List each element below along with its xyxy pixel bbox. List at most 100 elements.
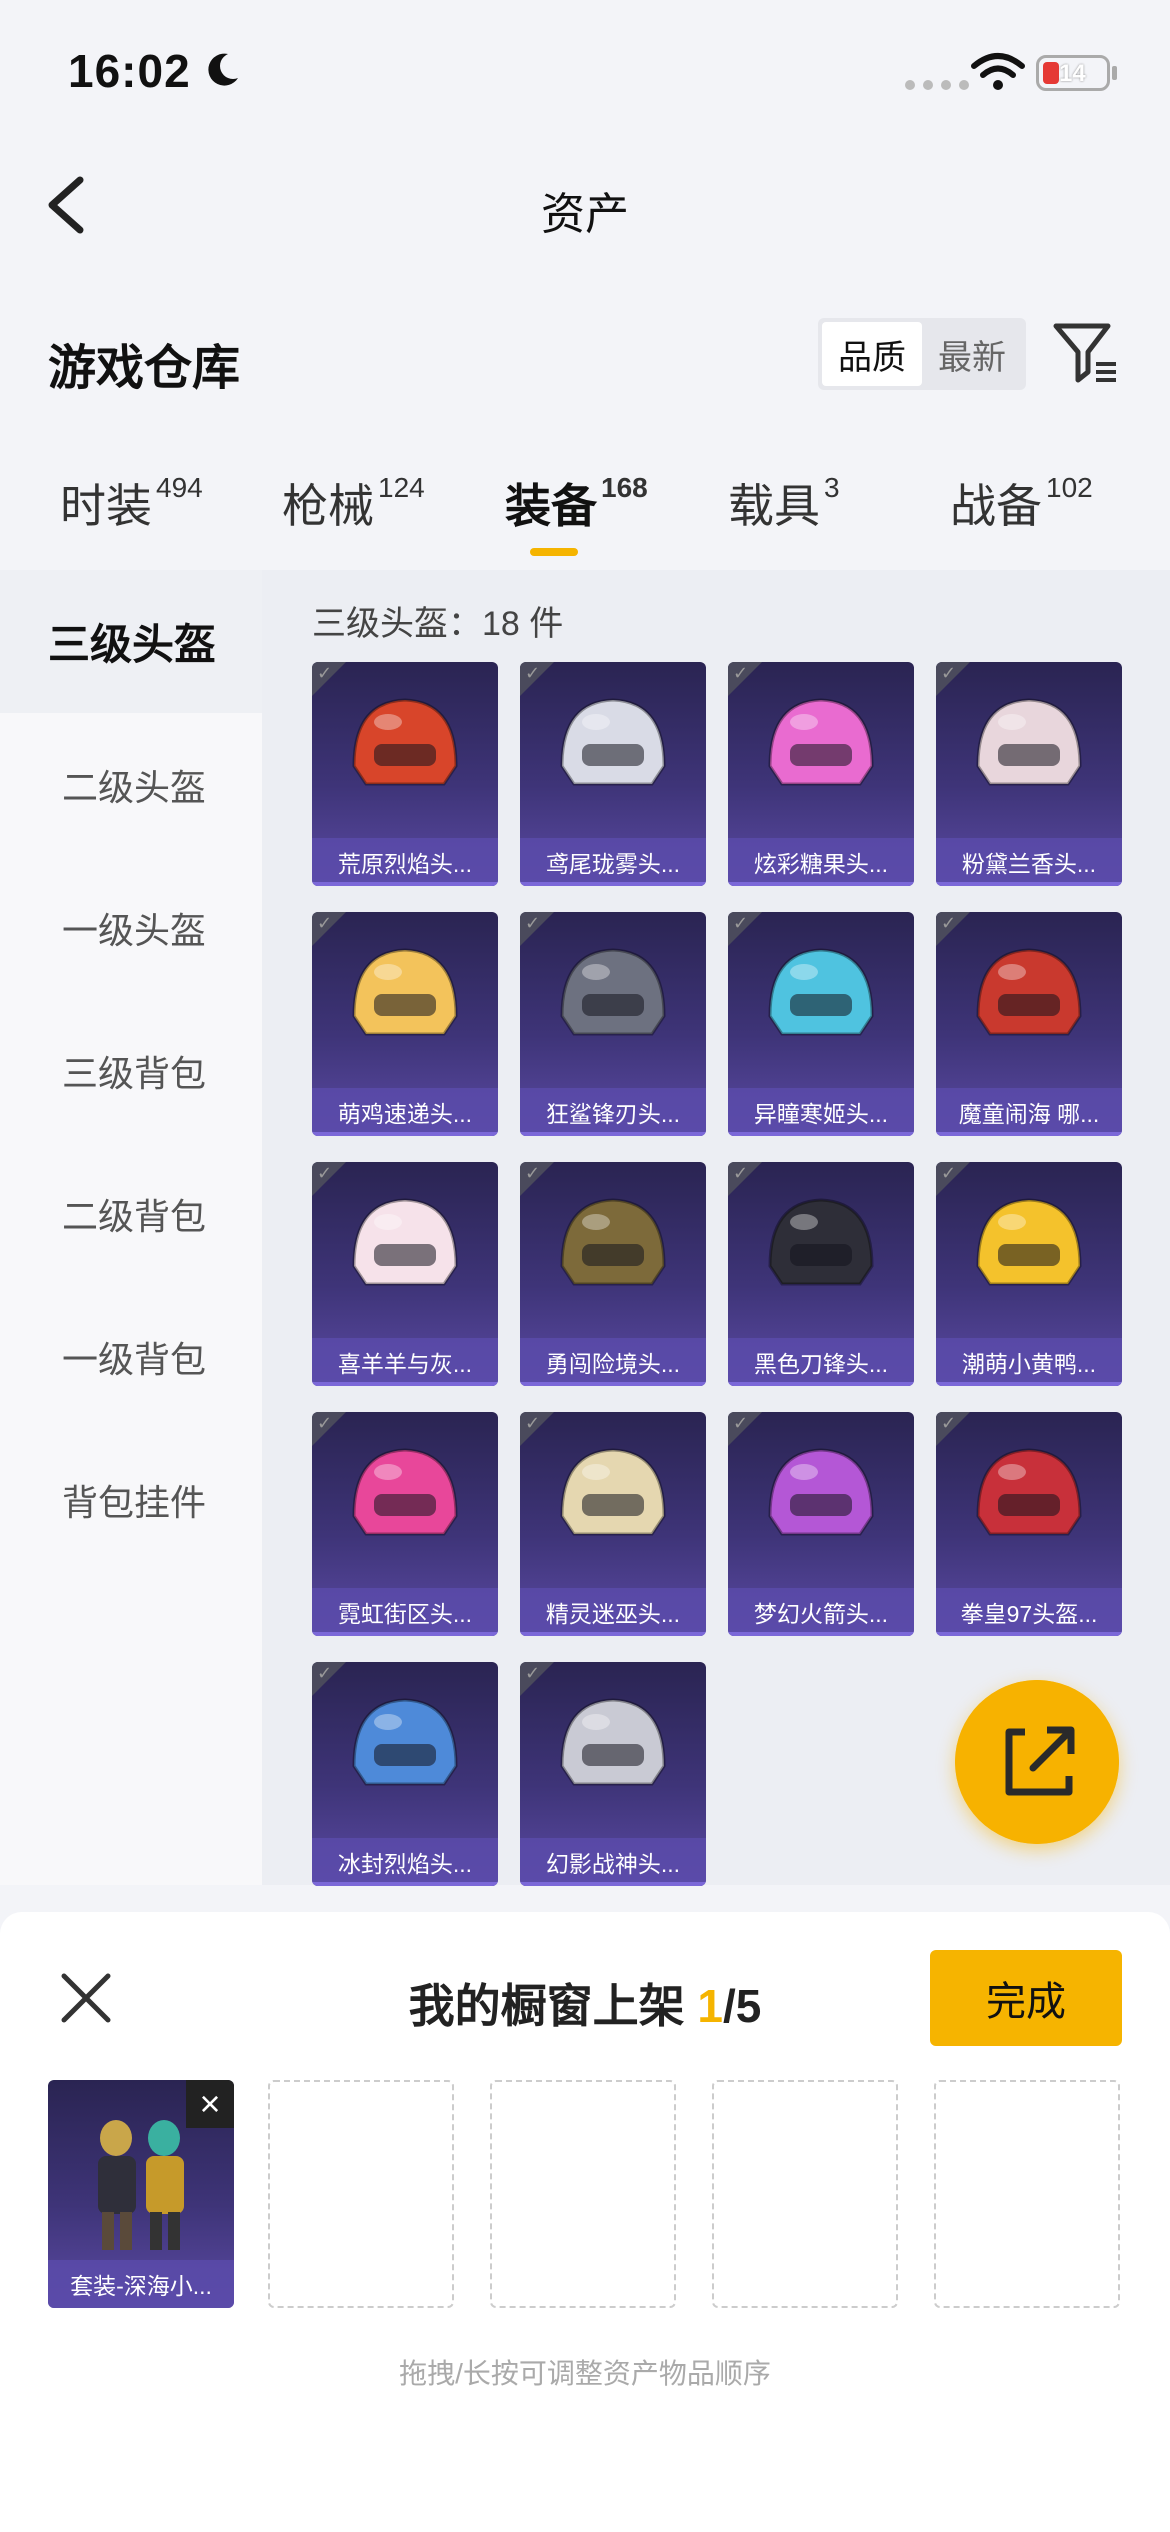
check-icon: ✓ <box>941 1413 957 1433</box>
helmet-card-name: 炫彩糖果头... <box>728 838 914 886</box>
helmet-card[interactable]: ✓ 粉黛兰香头... <box>936 662 1122 886</box>
page-title: 资产 <box>541 190 629 239</box>
showcase-slot-3[interactable] <box>490 2080 676 2308</box>
status-time: 16:02 <box>68 45 191 97</box>
helmet-card-name: 魔童闹海 哪... <box>936 1088 1122 1136</box>
helmet-card[interactable]: ✓ 狂鲨锋刃头... <box>520 912 706 1136</box>
helmet-card[interactable]: ✓ 勇闯险境头... <box>520 1162 706 1386</box>
showcase-slot-5[interactable] <box>934 2080 1120 2308</box>
showcase-total: /5 <box>723 1980 762 2032</box>
helmet-icon <box>352 698 458 786</box>
helmet-card[interactable]: ✓ 荒原烈焰头... <box>312 662 498 886</box>
tab-vehicles[interactable]: 载具 3 <box>728 470 840 536</box>
helmet-icon <box>352 1198 458 1286</box>
check-icon: ✓ <box>525 1163 541 1183</box>
category-tabs: 时装 494 枪械 124 装备 168 载具 3 战备 102 <box>0 470 1170 560</box>
rarity-bar <box>312 882 498 886</box>
check-icon: ✓ <box>733 913 749 933</box>
check-icon: ✓ <box>733 1413 749 1433</box>
helmet-card[interactable]: ✓ 霓虹街区头... <box>312 1412 498 1636</box>
helmet-card[interactable]: ✓ 精灵迷巫头... <box>520 1412 706 1636</box>
rarity-bar <box>936 1632 1122 1636</box>
signal-icon <box>905 80 969 90</box>
helmet-card[interactable]: ✓ 冰封烈焰头... <box>312 1662 498 1886</box>
helmet-card-name: 鸢尾珑雾头... <box>520 838 706 886</box>
helmet-card-name: 精灵迷巫头... <box>520 1588 706 1636</box>
helmet-icon <box>768 1448 874 1536</box>
tab-fashion[interactable]: 时装 494 <box>60 470 203 536</box>
wifi-icon <box>971 53 1025 90</box>
helmet-card-name: 冰封烈焰头... <box>312 1838 498 1886</box>
check-icon: ✓ <box>941 663 957 683</box>
slot-item-name: 套装-深海小... <box>48 2260 234 2308</box>
helmet-card-name: 幻影战神头... <box>520 1838 706 1886</box>
done-button[interactable]: 完成 <box>930 1950 1122 2046</box>
helmet-icon <box>976 1448 1082 1536</box>
showcase-slot-2[interactable] <box>268 2080 454 2308</box>
helmet-card-name: 霓虹街区头... <box>312 1588 498 1636</box>
active-tab-indicator <box>530 548 578 556</box>
helmet-card-name: 黑色刀锋头... <box>728 1338 914 1386</box>
helmet-card-name: 拳皇97头盔... <box>936 1588 1122 1636</box>
helmet-card[interactable]: ✓ 鸢尾珑雾头... <box>520 662 706 886</box>
showcase-current-count: 1 <box>697 1980 723 2032</box>
check-icon: ✓ <box>525 663 541 683</box>
helmet-icon <box>976 948 1082 1036</box>
helmet-card[interactable]: ✓ 梦幻火箭头... <box>728 1412 914 1636</box>
tab-supplies[interactable]: 战备 102 <box>950 470 1093 536</box>
helmet-card[interactable]: ✓ 喜羊羊与灰... <box>312 1162 498 1386</box>
tab-equipment[interactable]: 装备 168 <box>505 470 648 536</box>
helmet-card[interactable]: ✓ 潮萌小黄鸭... <box>936 1162 1122 1386</box>
helmet-card[interactable]: ✓ 黑色刀锋头... <box>728 1162 914 1386</box>
rarity-bar <box>520 1382 706 1386</box>
helmet-card-name: 萌鸡速递头... <box>312 1088 498 1136</box>
sidebar-item-level3-helmet[interactable]: 三级头盔 <box>0 570 262 713</box>
helmet-card-name: 粉黛兰香头... <box>936 838 1122 886</box>
filter-icon[interactable] <box>1050 318 1120 388</box>
sidebar-item-level1-helmet[interactable]: 一级头盔 <box>0 856 262 999</box>
tab-firearms[interactable]: 枪械 124 <box>282 470 425 536</box>
helmet-icon <box>352 1448 458 1536</box>
check-icon: ✓ <box>525 913 541 933</box>
check-icon: ✓ <box>525 1413 541 1433</box>
rarity-bar <box>936 1382 1122 1386</box>
battery-cap <box>1112 66 1117 80</box>
check-icon: ✓ <box>941 913 957 933</box>
check-icon: ✓ <box>733 1163 749 1183</box>
sidebar-item-level2-backpack[interactable]: 二级背包 <box>0 1142 262 1285</box>
sort-option-quality[interactable]: 品质 <box>822 322 922 386</box>
rarity-bar <box>936 1132 1122 1136</box>
helmet-card[interactable]: ✓ 炫彩糖果头... <box>728 662 914 886</box>
moon-icon <box>208 53 238 86</box>
helmet-icon <box>560 1448 666 1536</box>
outfit-figures-image <box>98 2120 184 2250</box>
sidebar-item-level1-backpack[interactable]: 一级背包 <box>0 1285 262 1428</box>
sidebar-item-level2-helmet[interactable]: 二级头盔 <box>0 713 262 856</box>
check-icon: ✓ <box>317 663 333 683</box>
rarity-bar <box>520 882 706 886</box>
helmet-card[interactable]: ✓ 异瞳寒姬头... <box>728 912 914 1136</box>
sidebar-item-level3-backpack[interactable]: 三级背包 <box>0 999 262 1142</box>
sidebar-item-backpack-charm[interactable]: 背包挂件 <box>0 1428 262 1571</box>
showcase-slot-4[interactable] <box>712 2080 898 2308</box>
helmet-card[interactable]: ✓ 拳皇97头盔... <box>936 1412 1122 1636</box>
helmet-card-name: 狂鲨锋刃头... <box>520 1088 706 1136</box>
helmet-card[interactable]: ✓ 魔童闹海 哪... <box>936 912 1122 1136</box>
helmet-icon <box>560 948 666 1036</box>
sort-option-latest[interactable]: 最新 <box>922 322 1022 386</box>
status-bar: 16:02 14 <box>0 0 1170 140</box>
remove-slot-icon[interactable]: × <box>186 2080 234 2128</box>
section-title: 游戏仓库 <box>48 342 241 395</box>
rarity-bar <box>728 882 914 886</box>
rarity-bar <box>312 1632 498 1636</box>
subcategory-sidebar: 三级头盔 二级头盔 一级头盔 三级背包 二级背包 一级背包 背包挂件 <box>0 570 262 1885</box>
sort-toggle: 品质 最新 <box>818 318 1026 390</box>
check-icon: ✓ <box>525 1663 541 1683</box>
helmet-card[interactable]: ✓ 幻影战神头... <box>520 1662 706 1886</box>
showcase-slot-1[interactable]: × 套装-深海小... <box>48 2080 234 2308</box>
reorder-hint: 拖拽/长按可调整资产物品顺序 <box>399 2358 771 2389</box>
helmet-card-name: 喜羊羊与灰... <box>312 1338 498 1386</box>
rarity-bar <box>728 1632 914 1636</box>
share-button[interactable] <box>955 1680 1119 1844</box>
helmet-card[interactable]: ✓ 萌鸡速递头... <box>312 912 498 1136</box>
